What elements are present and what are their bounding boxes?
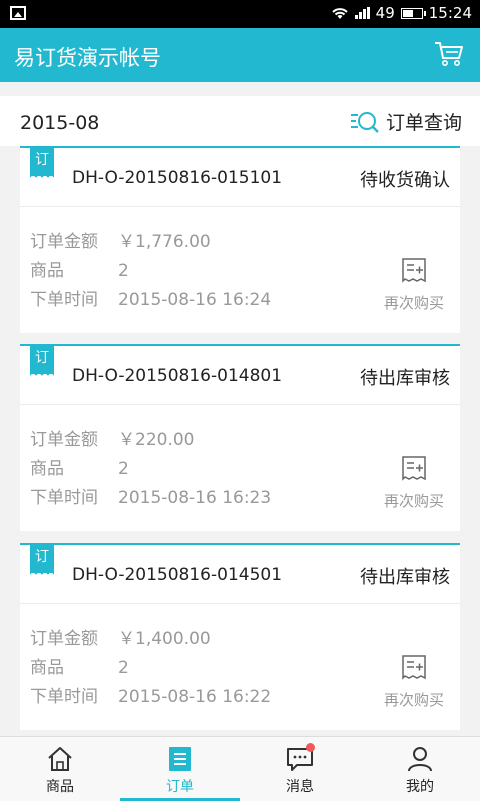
items-value: 2 [118, 658, 129, 678]
battery-icon [400, 7, 426, 19]
items-row: 商品 2 [30, 653, 129, 678]
tab-messages[interactable]: 消息 [240, 737, 360, 801]
time-row: 下单时间 2015-08-16 16:24 [30, 285, 271, 310]
order-card-header: DH-O-20150816-015101 待收货确认 [20, 148, 460, 207]
status-right: 49 15:24 [331, 4, 472, 22]
tab-label: 订单 [166, 779, 194, 795]
tab-label: 商品 [46, 779, 74, 795]
reorder-icon [402, 456, 426, 481]
order-card[interactable]: 订 DH-O-20150816-014801 待出库审核 订单金额 ￥220.00… [20, 344, 460, 531]
order-card[interactable]: 订 DH-O-20150816-015101 待收货确认 订单金额 ￥1,776.… [20, 146, 460, 333]
order-search-button[interactable]: 订单查询 [350, 108, 462, 135]
reorder-label: 再次购买 [383, 691, 444, 709]
bottom-tab-bar: 商品 订单 消息 我的 [0, 736, 480, 801]
page-title: 易订货演示帐号 [14, 46, 161, 70]
amount-value: ￥1,776.00 [118, 232, 211, 252]
items-value: 2 [118, 459, 129, 479]
orders-icon [169, 747, 191, 771]
tab-orders[interactable]: 订单 [120, 737, 240, 801]
cart-icon[interactable] [434, 40, 464, 68]
amount-value: ￥220.00 [118, 430, 195, 450]
reorder-icon [402, 258, 426, 283]
order-card-header: DH-O-20150816-014801 待出库审核 [20, 346, 460, 405]
order-status: 待出库审核 [360, 567, 450, 588]
order-number: DH-O-20150816-015101 [72, 168, 283, 188]
amount-value: ￥1,400.00 [118, 629, 211, 649]
order-status: 待收货确认 [360, 170, 450, 191]
unread-badge [306, 743, 315, 752]
amount-row: 订单金额 ￥1,400.00 [30, 624, 211, 649]
card-edge [20, 722, 460, 730]
reorder-button[interactable]: 再次购买 [378, 654, 450, 710]
order-status: 待出库审核 [360, 368, 450, 389]
time-label: 下单时间 [30, 488, 98, 508]
amount-label: 订单金额 [30, 430, 98, 450]
month-selector[interactable]: 2015-08 [20, 112, 99, 134]
items-row: 商品 2 [30, 256, 129, 281]
card-edge [20, 325, 460, 333]
clock: 15:24 [428, 4, 472, 22]
order-card-body: 订单金额 ￥220.00 商品 2 下单时间 2015-08-16 16:23 再次购… [20, 405, 460, 523]
time-label: 下单时间 [30, 290, 98, 310]
amount-row: 订单金额 ￥220.00 [30, 425, 194, 450]
items-label: 商品 [30, 261, 64, 281]
reorder-label: 再次购买 [383, 294, 444, 312]
search-icon [350, 111, 379, 133]
items-row: 商品 2 [30, 454, 129, 479]
status-bar: 49 15:24 [0, 0, 480, 28]
order-number: DH-O-20150816-014801 [72, 366, 283, 386]
user-icon [408, 747, 432, 772]
time-label: 下单时间 [30, 687, 98, 707]
wifi-icon [331, 8, 348, 19]
tab-me[interactable]: 我的 [360, 737, 480, 801]
battery-level: 49 [375, 4, 395, 22]
reorder-icon [402, 655, 426, 680]
reorder-label: 再次购买 [383, 492, 444, 510]
time-value: 2015-08-16 16:23 [118, 488, 272, 508]
home-icon [48, 747, 72, 771]
order-card-body: 订单金额 ￥1,400.00 商品 2 下单时间 2015-08-16 16:22 再… [20, 604, 460, 722]
tab-products[interactable]: 商品 [0, 737, 120, 801]
reorder-button[interactable]: 再次购买 [378, 257, 450, 313]
amount-label: 订单金额 [30, 629, 98, 649]
tab-label: 消息 [286, 779, 314, 795]
order-card-body: 订单金额 ￥1,776.00 商品 2 下单时间 2015-08-16 16:24 再… [20, 207, 460, 325]
time-row: 下单时间 2015-08-16 16:23 [30, 483, 271, 508]
items-value: 2 [118, 261, 129, 281]
gallery-icon [10, 6, 26, 20]
month-filter-bar: 2015-08 订单查询 [0, 96, 480, 146]
order-card-header: DH-O-20150816-014501 待出库审核 [20, 545, 460, 604]
tab-label: 我的 [406, 779, 434, 795]
time-value: 2015-08-16 16:22 [118, 687, 272, 707]
signal-icon [354, 7, 370, 19]
time-row: 下单时间 2015-08-16 16:22 [30, 682, 271, 707]
time-value: 2015-08-16 16:24 [118, 290, 272, 310]
card-edge [20, 523, 460, 531]
order-card[interactable]: 订 DH-O-20150816-014501 待出库审核 订单金额 ￥1,400.… [20, 543, 460, 730]
reorder-button[interactable]: 再次购买 [378, 455, 450, 511]
app-header: 易订货演示帐号 [0, 28, 480, 82]
amount-label: 订单金额 [30, 232, 98, 252]
amount-row: 订单金额 ￥1,776.00 [30, 227, 211, 252]
order-search-label: 订单查询 [385, 112, 462, 134]
items-label: 商品 [30, 658, 64, 678]
order-number: DH-O-20150816-014501 [72, 565, 283, 585]
items-label: 商品 [30, 459, 64, 479]
